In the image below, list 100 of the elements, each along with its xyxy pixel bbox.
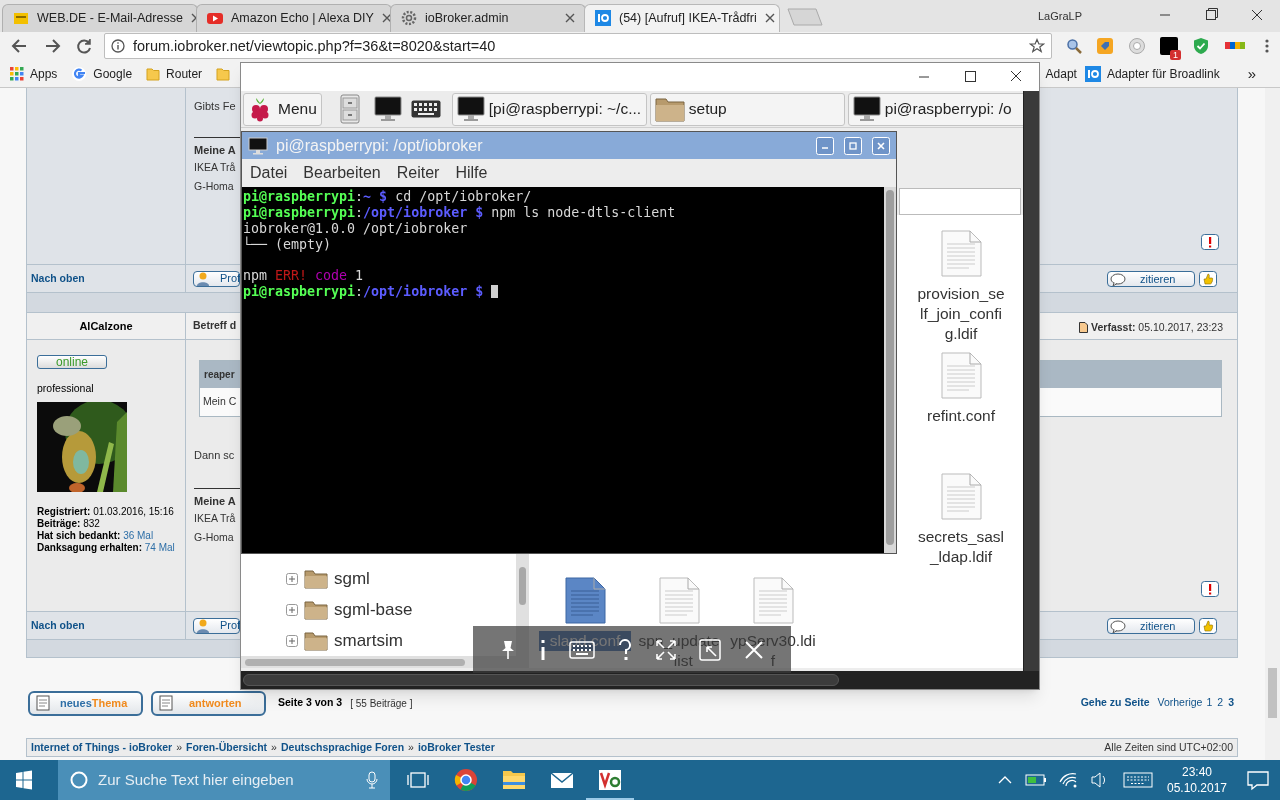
stat-value: 832: [83, 517, 100, 529]
stat-label: Danksagung erhalten:: [37, 541, 143, 553]
breadcrumb-separator: »: [271, 739, 277, 755]
document-icon[interactable]: [563, 577, 607, 625]
address-field[interactable]: forum.iobroker.net/viewtopic.php?f=36&t=8020&start=40: [104, 33, 1052, 60]
stat-label: Hat sich bedankt:: [37, 529, 121, 541]
menu-item[interactable]: Reiter: [396, 161, 440, 185]
taskbar-button[interactable]: [pi@raspberrypi: ~/c...: [451, 92, 647, 126]
stat-link[interactable]: 74 Mal: [144, 541, 175, 553]
circle-icon[interactable]: [1128, 37, 1146, 56]
browser-tab[interactable]: ioBroker.admin: [390, 3, 586, 32]
notification-badge: 1: [1170, 50, 1181, 61]
site-icon: [595, 10, 611, 27]
quote-button[interactable]: zitieren: [1107, 271, 1195, 287]
speech-bubble-icon: [1110, 272, 1126, 286]
quote-author: reaper: [204, 368, 235, 382]
window-title: pi@raspberrypi: /opt/iobroker: [276, 135, 484, 156]
more-bookmarks-button[interactable]: »: [1247, 62, 1256, 86]
shield-icon[interactable]: [1192, 37, 1210, 56]
minimize-icon[interactable]: [816, 136, 834, 155]
signature-text: G-Homa: [194, 179, 234, 194]
monitor-icon[interactable]: [373, 96, 402, 122]
folder-icon: [304, 599, 328, 620]
notepad-icon: [159, 695, 173, 711]
microphone-icon: [366, 771, 378, 789]
browser-tab[interactable]: WEB.DE - E-Mail-Adresse: [2, 3, 198, 32]
quote-text: Mein C: [203, 394, 237, 410]
page-link[interactable]: 1: [1206, 695, 1213, 711]
magnifier-icon[interactable]: [1066, 38, 1082, 55]
signature-title: Meine A: [194, 493, 236, 509]
bookmark-link[interactable]: Router: [146, 65, 203, 84]
folder-tree-item[interactable]: smartsim: [286, 625, 403, 656]
tag-icon[interactable]: [1096, 37, 1114, 56]
folder-tree-item[interactable]: sgml-base: [286, 594, 413, 625]
menu-item[interactable]: Bearbeiten: [303, 161, 381, 185]
terminal-line: npm ERR! code 1: [243, 252, 364, 283]
vertical-scrollbar[interactable]: [884, 187, 896, 553]
thumbs-up-button[interactable]: [1199, 618, 1217, 634]
star-icon[interactable]: [1029, 38, 1045, 55]
page-link[interactable]: 3: [1228, 695, 1234, 711]
google-icon: [71, 66, 88, 83]
report-button[interactable]: [1201, 581, 1219, 597]
signature-text: IKEA Trå: [194, 511, 236, 526]
back-to-top-link[interactable]: Nach oben: [31, 270, 185, 287]
bookmark-link[interactable]: Adapter für Broadlink: [1084, 65, 1220, 84]
folder-tree-item[interactable]: sgml: [286, 563, 370, 594]
breadcrumb-link[interactable]: ioBroker Tester: [417, 739, 495, 756]
file-name[interactable]: refint.conf: [915, 406, 1007, 426]
close-icon: [381, 13, 392, 24]
breadcrumb-separator: »: [176, 739, 182, 755]
folder-icon: [216, 67, 231, 82]
bookmark-link[interactable]: Adapt: [1045, 65, 1077, 84]
file-name[interactable]: provision_self_join_config.ldif: [915, 284, 1007, 344]
keyboard-icon[interactable]: [410, 100, 441, 118]
bookmark-link[interactable]: Apps: [10, 65, 58, 84]
breadcrumb-link[interactable]: Deutschsprachige Foren: [280, 739, 405, 756]
circle-icon: [70, 771, 88, 789]
person-icon: [196, 271, 210, 286]
horizontal-scrollbar[interactable]: [241, 671, 1039, 689]
bookmark-link[interactable]: Google: [71, 65, 133, 84]
file-name[interactable]: secrets_sasl_ldap.ldif: [915, 527, 1007, 567]
stat-label: Registriert:: [37, 505, 91, 517]
clock-time: 23:40: [1182, 764, 1212, 780]
scrollbar[interactable]: [1265, 88, 1280, 760]
user-rank: professional: [37, 381, 95, 396]
stat-link[interactable]: 36 Mal: [123, 529, 154, 541]
new-topic-button[interactable]: neuesThema: [28, 690, 143, 716]
back-to-top-link[interactable]: Nach oben: [31, 617, 185, 634]
folder-icon: [654, 96, 685, 122]
signature-text: G-Homa: [194, 530, 234, 545]
previous-page-link[interactable]: Vorherige: [1157, 695, 1203, 711]
taskbar-button[interactable]: setup: [649, 92, 845, 126]
site-icon: [1084, 66, 1101, 83]
terminal-line: └── (empty): [243, 236, 332, 252]
menu-item[interactable]: Datei: [250, 161, 288, 185]
close-icon: [565, 13, 575, 24]
taskbar-button[interactable]: pi@raspberrypi: /o: [847, 92, 1023, 126]
browser-tab[interactable]: (54) [Aufruf] IKEA-Trådfri: [584, 3, 780, 32]
menu-button[interactable]: Menu: [243, 92, 322, 126]
browser-tab[interactable]: Amazon Echo | Alexa DIY: [196, 3, 392, 32]
monitor-icon: [852, 96, 881, 122]
file-cabinet-icon[interactable]: [338, 94, 361, 124]
thumbs-up-button[interactable]: [1199, 271, 1217, 287]
close-icon: [764, 13, 775, 24]
author-name: AlCalzone: [79, 318, 133, 334]
menu-item[interactable]: Hilfe: [455, 161, 488, 185]
terminal-line: pi@raspberrypi:~ $ cd /opt/iobroker/: [243, 188, 532, 204]
path-field[interactable]: [899, 188, 1021, 215]
page-info: Seite 3 von 3: [278, 695, 343, 711]
report-button[interactable]: [1201, 234, 1219, 250]
document-icon: [1079, 322, 1089, 334]
vertical-scrollbar[interactable]: [1023, 91, 1039, 671]
breadcrumb-link[interactable]: Foren-Übersicht: [186, 739, 268, 756]
breadcrumb-link[interactable]: Internet of Things - ioBroker: [31, 739, 173, 756]
page-link[interactable]: 2: [1217, 695, 1224, 711]
quote-button[interactable]: zitieren: [1107, 618, 1195, 634]
clock-date: 05.10.2017: [1166, 780, 1228, 796]
signature-text: IKEA Trå: [194, 160, 236, 175]
clock[interactable]: 23:40 05.10.2017: [1158, 764, 1236, 796]
post-date: Verfasst: 05.10.2017, 23:23: [1091, 320, 1223, 335]
